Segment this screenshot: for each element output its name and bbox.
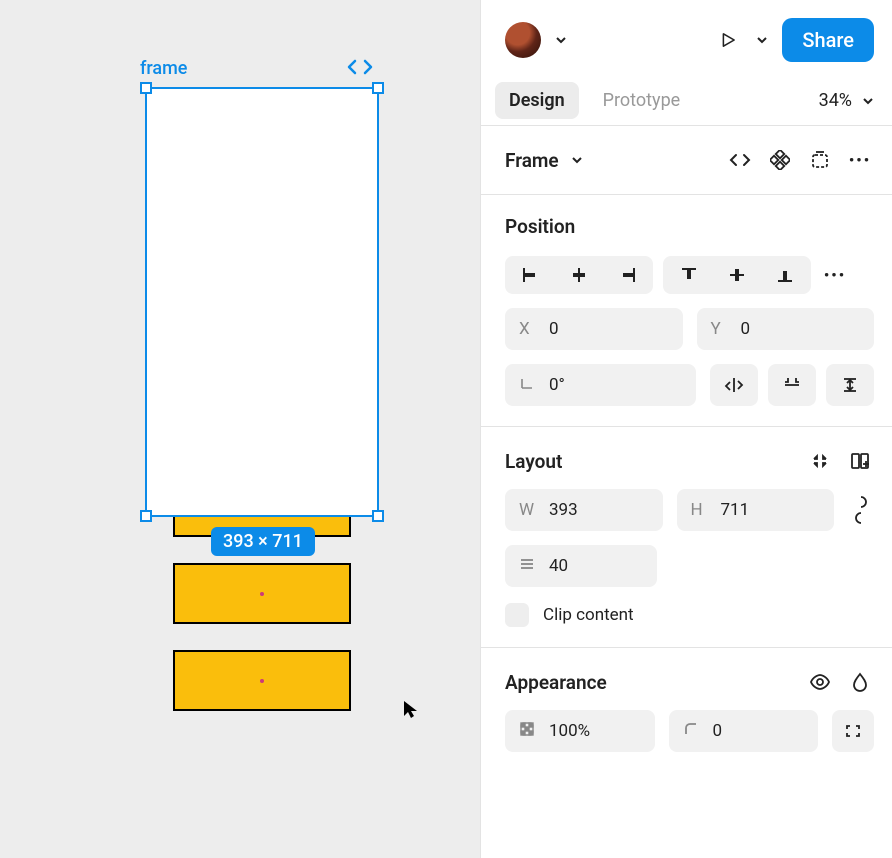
align-vcenter-button[interactable]	[713, 258, 761, 292]
clip-content-label: Clip content	[543, 605, 634, 625]
tab-row: Design Prototype 34%	[481, 76, 892, 126]
height-input[interactable]: H 711	[677, 489, 835, 531]
blend-mode-icon[interactable]	[846, 668, 874, 696]
width-input[interactable]: W 393	[505, 489, 663, 531]
align-vertical-group	[663, 256, 811, 294]
resize-handle-tl[interactable]	[140, 82, 152, 94]
x-input[interactable]: X 0	[505, 308, 683, 350]
align-more-icon[interactable]: •••	[821, 261, 849, 289]
gap-icon	[519, 556, 537, 576]
position-title: Position	[505, 215, 575, 238]
flip-horizontal-button[interactable]	[710, 364, 758, 406]
collapse-icon[interactable]	[806, 447, 834, 475]
devmode-icon[interactable]	[346, 57, 374, 81]
radius-icon	[683, 721, 701, 742]
section-appearance: Appearance 100% 0	[481, 648, 892, 772]
top-row: Share	[481, 0, 892, 76]
tab-prototype[interactable]: Prototype	[589, 82, 695, 119]
align-top-button[interactable]	[665, 258, 713, 292]
visibility-icon[interactable]	[806, 668, 834, 696]
align-right-button[interactable]	[603, 258, 651, 292]
link-dimensions-button[interactable]	[848, 489, 874, 531]
section-layout: Layout W 393 H 711 40	[481, 427, 892, 648]
y-value: 0	[741, 319, 751, 339]
clip-content-checkbox[interactable]	[505, 603, 529, 627]
y-input[interactable]: Y 0	[697, 308, 875, 350]
y-label: Y	[711, 319, 729, 339]
x-label: X	[519, 319, 537, 339]
opacity-input[interactable]: 100%	[505, 710, 655, 752]
autolayout-add-icon[interactable]	[846, 447, 874, 475]
w-value: 393	[549, 500, 578, 520]
gap-input[interactable]: 40	[505, 545, 657, 587]
section-frame: Frame •••	[481, 126, 892, 195]
opacity-icon	[519, 721, 537, 742]
section-icon[interactable]	[806, 146, 834, 174]
chevron-down-icon	[862, 97, 874, 105]
h-value: 711	[721, 500, 750, 520]
radius-value: 0	[713, 721, 723, 741]
x-value: 0	[549, 319, 559, 339]
align-horizontal-group	[505, 256, 653, 294]
align-bottom-button[interactable]	[761, 258, 809, 292]
opacity-value: 100%	[549, 721, 590, 741]
chevron-down-icon[interactable]	[571, 156, 583, 164]
resize-handle-bl[interactable]	[140, 510, 152, 522]
independent-corners-button[interactable]	[832, 710, 874, 752]
rectangle-bar[interactable]	[173, 650, 351, 711]
resize-handle-br[interactable]	[372, 510, 384, 522]
dimension-badge: 393 × 711	[211, 527, 315, 556]
gap-value: 40	[549, 556, 568, 576]
devmode-icon[interactable]	[726, 146, 754, 174]
zoom-dropdown[interactable]: 34%	[819, 90, 874, 111]
more-icon[interactable]: •••	[846, 146, 874, 174]
zoom-value: 34%	[819, 90, 852, 111]
w-label: W	[519, 500, 537, 520]
align-hcenter-button[interactable]	[555, 258, 603, 292]
flip-vertical-button[interactable]	[768, 364, 816, 406]
share-button[interactable]: Share	[782, 18, 874, 62]
tab-design[interactable]: Design	[495, 82, 579, 119]
inspector-panel: Share Design Prototype 34% Frame •••	[480, 0, 892, 858]
present-options-chevron-icon[interactable]	[752, 29, 772, 52]
appearance-title: Appearance	[505, 671, 607, 694]
canvas[interactable]: frame 393 × 711	[0, 0, 480, 858]
layout-title: Layout	[505, 450, 562, 473]
distribute-button[interactable]	[826, 364, 874, 406]
cursor-icon	[402, 699, 420, 723]
rotation-value: 0°	[549, 375, 565, 395]
component-icon[interactable]	[766, 146, 794, 174]
angle-icon	[519, 375, 537, 396]
align-left-button[interactable]	[507, 258, 555, 292]
avatar-menu-chevron-icon[interactable]	[551, 29, 571, 52]
section-position: Position ••• X 0 Y 0	[481, 195, 892, 427]
present-button[interactable]	[714, 26, 742, 54]
radius-input[interactable]: 0	[669, 710, 819, 752]
rectangle-bar[interactable]	[173, 563, 351, 624]
selection-frame[interactable]	[145, 87, 379, 517]
frame-label[interactable]: frame	[140, 58, 187, 79]
avatar[interactable]	[505, 22, 541, 58]
rotation-input[interactable]: 0°	[505, 364, 696, 406]
h-label: H	[691, 500, 709, 520]
frame-title[interactable]: Frame	[505, 149, 559, 172]
resize-handle-tr[interactable]	[372, 82, 384, 94]
